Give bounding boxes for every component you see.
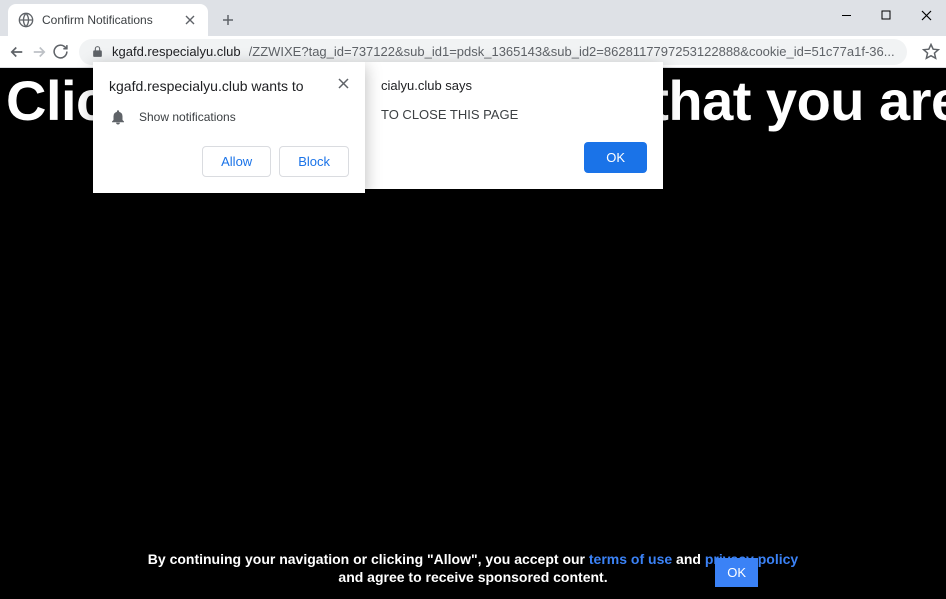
terms-of-use-link[interactable]: terms of use	[589, 551, 672, 567]
cookie-text-start: By continuing your navigation or clickin…	[148, 551, 589, 567]
permission-close-button[interactable]	[338, 78, 349, 89]
globe-icon	[18, 12, 34, 28]
cookie-ok-button[interactable]: OK	[715, 558, 758, 587]
address-bar[interactable]: kgafd.respecialyu.club/ZZWIXE?tag_id=737…	[79, 39, 907, 65]
forward-button[interactable]	[30, 38, 48, 66]
lock-icon	[91, 45, 104, 58]
bell-icon	[109, 108, 127, 126]
close-window-button[interactable]	[906, 0, 946, 30]
browser-tab[interactable]: Confirm Notifications	[8, 4, 208, 36]
reload-button[interactable]	[52, 38, 69, 66]
maximize-button[interactable]	[866, 0, 906, 30]
back-button[interactable]	[8, 38, 26, 66]
tab-close-button[interactable]	[182, 12, 198, 28]
cookie-text-line2: and agree to receive sponsored content.	[0, 569, 946, 585]
tab-title: Confirm Notifications	[42, 13, 174, 27]
alert-message: TO CLOSE THIS PAGE	[381, 107, 647, 122]
url-domain: kgafd.respecialyu.club	[112, 44, 241, 59]
window-controls	[826, 0, 946, 30]
minimize-button[interactable]	[826, 0, 866, 30]
titlebar: Confirm Notifications	[0, 0, 946, 36]
cookie-and-text: and	[672, 551, 705, 567]
cookie-banner: By continuing your navigation or clickin…	[0, 551, 946, 585]
url-path: /ZZWIXE?tag_id=737122&sub_id1=pdsk_13651…	[249, 44, 895, 59]
permission-origin: kgafd.respecialyu.club wants to	[109, 78, 304, 94]
permission-label: Show notifications	[139, 110, 236, 124]
alert-ok-button[interactable]: OK	[584, 142, 647, 173]
js-alert-dialog: cialyu.club says TO CLOSE THIS PAGE OK	[365, 62, 663, 189]
alert-title: cialyu.club says	[381, 78, 647, 93]
new-tab-button[interactable]	[214, 6, 242, 34]
block-button[interactable]: Block	[279, 146, 349, 177]
allow-button[interactable]: Allow	[202, 146, 271, 177]
bookmark-star-button[interactable]	[917, 38, 945, 66]
permission-dialog: kgafd.respecialyu.club wants to Show not…	[93, 62, 365, 193]
